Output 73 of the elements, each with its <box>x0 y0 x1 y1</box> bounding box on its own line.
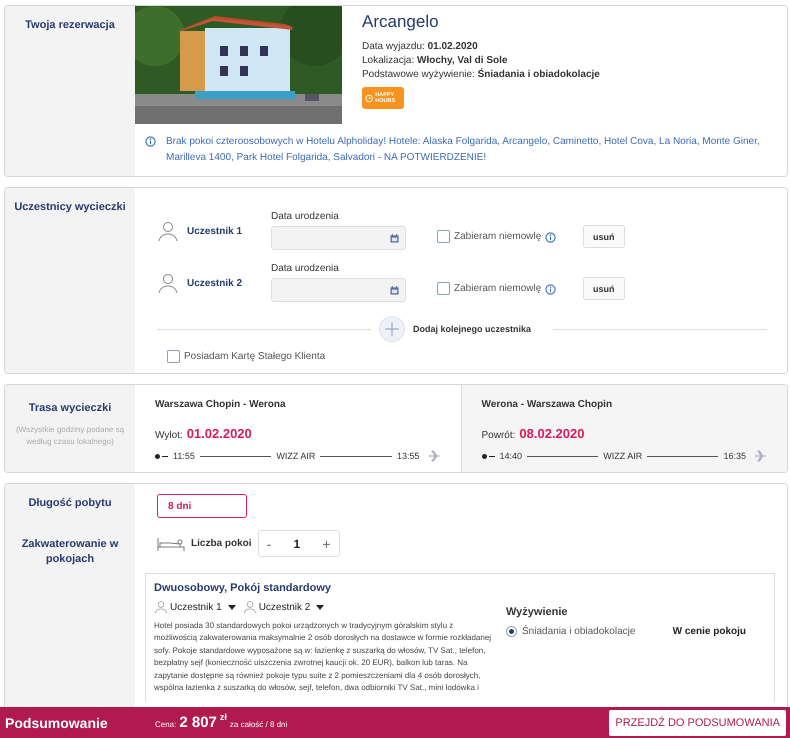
arrival-time: 16:35 <box>723 451 746 461</box>
price-value: 2 807 <box>179 714 217 731</box>
note-text: (Wszystkie godziny podane są według czasu lokalnego) <box>14 424 126 448</box>
person-icon <box>157 272 179 294</box>
detail-text: Lokalizacja: Włochy, Val di Sole <box>362 55 508 66</box>
info-icon <box>545 232 556 243</box>
calendar-icon <box>390 286 399 294</box>
person-icon <box>154 600 168 614</box>
rooms-label: Liczba pokoi <box>191 538 252 549</box>
calendar-icon <box>390 234 399 242</box>
checkbox[interactable] <box>437 282 450 295</box>
checkbox[interactable] <box>167 350 180 363</box>
person-icon <box>157 220 179 242</box>
summary-button[interactable]: PRZEJDŹ DO PODSUMOWANIA <box>609 710 786 736</box>
section-label: Długość pobytu <box>28 496 112 511</box>
add-label: Dodaj kolejnego uczestnika <box>412 324 532 334</box>
departure-time: 14:40 <box>500 451 522 461</box>
meal-heading: Wyżywienie <box>506 606 569 618</box>
plane-icon <box>428 450 441 462</box>
route-title: Warszawa Chopin - Werona <box>155 399 287 410</box>
checkbox-label: Posiadam Kartę Stałego Klienta <box>184 351 326 362</box>
add-button[interactable] <box>378 316 405 342</box>
airline-name: WIZZ AIR <box>603 451 642 461</box>
checkbox-label: Zabieram niemowlę <box>454 283 542 294</box>
section-label: Twoja rezerwacja <box>25 18 115 33</box>
departure-time: 11:55 <box>173 451 195 461</box>
field-label: Data urodzenia <box>271 263 340 274</box>
checkbox[interactable] <box>437 230 450 243</box>
participant-dropdown[interactable]: Uczestnik 2 <box>242 600 326 614</box>
date-label: Wylot: <box>155 430 183 441</box>
airline-name: WIZZ AIR <box>276 451 316 461</box>
remove-button[interactable]: usuń <box>583 277 624 300</box>
plus-icon <box>384 321 400 337</box>
increment-button[interactable]: + <box>322 536 331 552</box>
caret-icon <box>226 603 237 611</box>
remove-button[interactable]: usuń <box>583 225 624 248</box>
person-icon <box>242 600 257 614</box>
room-title: Dwuosobowy, Pokój standardowy <box>154 582 332 594</box>
participant-name: Uczestnik 1 <box>187 226 242 236</box>
route-title: Werona - Warszawa Chopin <box>482 399 614 410</box>
detail-text: Podstawowe wyżywienie: Śniadania i obiadokolacje <box>362 69 601 80</box>
flight-date: 08.02.2020 <box>519 426 584 441</box>
field-label: Data urodzenia <box>271 211 340 222</box>
caret-icon <box>315 603 326 611</box>
summary-title: Podsumowanie <box>5 714 109 730</box>
arrival-time: 13:55 <box>396 451 420 461</box>
bed-icon <box>157 536 185 552</box>
date-field[interactable] <box>271 278 406 302</box>
price-label: Cena: <box>155 720 176 729</box>
stay-length: 8 dni <box>157 494 247 518</box>
checkbox-label: Zabieram niemowlę <box>454 231 542 242</box>
participant-dropdown[interactable]: Uczestnik 1 <box>154 600 237 614</box>
notice-text: Brak pokoi czteroosobowych w Hotelu Alpholiday! Hotele: Alaska Folgarida, Arcangelo, Caminetto, Hotel Cova, La Noria, Monte Giner, Marilleva 1400, Park Hotel Folgarida, Salvadori - NA POTWIERDZENIE! <box>166 135 761 165</box>
detail-text: Data wyjazdu: 01.02.2020 <box>362 41 479 52</box>
section-label: Zakwaterowanie w pokojach <box>20 537 120 567</box>
hotel-name: Arcangelo <box>362 12 440 32</box>
section-label: Trasa wycieczki <box>28 401 112 416</box>
section-label: Uczestnicy wycieczki <box>14 200 126 215</box>
price-note: za całość / 8 dni <box>230 720 288 729</box>
meal-price: W cenie pokoju <box>672 626 746 637</box>
info-icon <box>545 284 556 295</box>
room-count: 1 <box>293 536 300 550</box>
flight-date: 01.02.2020 <box>186 426 252 441</box>
plane-icon <box>755 450 767 462</box>
participant-name: Uczestnik 2 <box>187 278 242 288</box>
radio-button[interactable] <box>506 626 517 637</box>
currency: zł <box>220 712 227 722</box>
info-icon <box>145 136 156 147</box>
date-label: Powrót: <box>482 430 516 441</box>
room-description: Hotel posiada 30 standardowych pokoi urządzonych w tradycyjnym góralskim stylu z możliwością zakwaterowania maksymalnie 2 osób dorosłych na dostawce w formie rozkładanej sofy. Pokoje standardowe wyposażone są w: łazienkę z suszarką do włosów, TV Sat., telefon, bezpłatny sejf (konieczność uiszczenia zwrotnej kaucji ok. 20 EUR), balkon lub taras. Na zapytanie dostępne są również pokoje typu suite z 2 pomieszczeniami dla 4 osób dorosłych, wspólna łazienka z suszarką do włosów, sejf, telefon, dwa odbiorniki TV Sat., mini lodówka i <box>154 620 492 694</box>
decrement-button[interactable]: - <box>266 536 272 552</box>
date-field[interactable] <box>271 226 406 250</box>
meal-option: Śniadania i obiadokolacje <box>522 626 636 637</box>
